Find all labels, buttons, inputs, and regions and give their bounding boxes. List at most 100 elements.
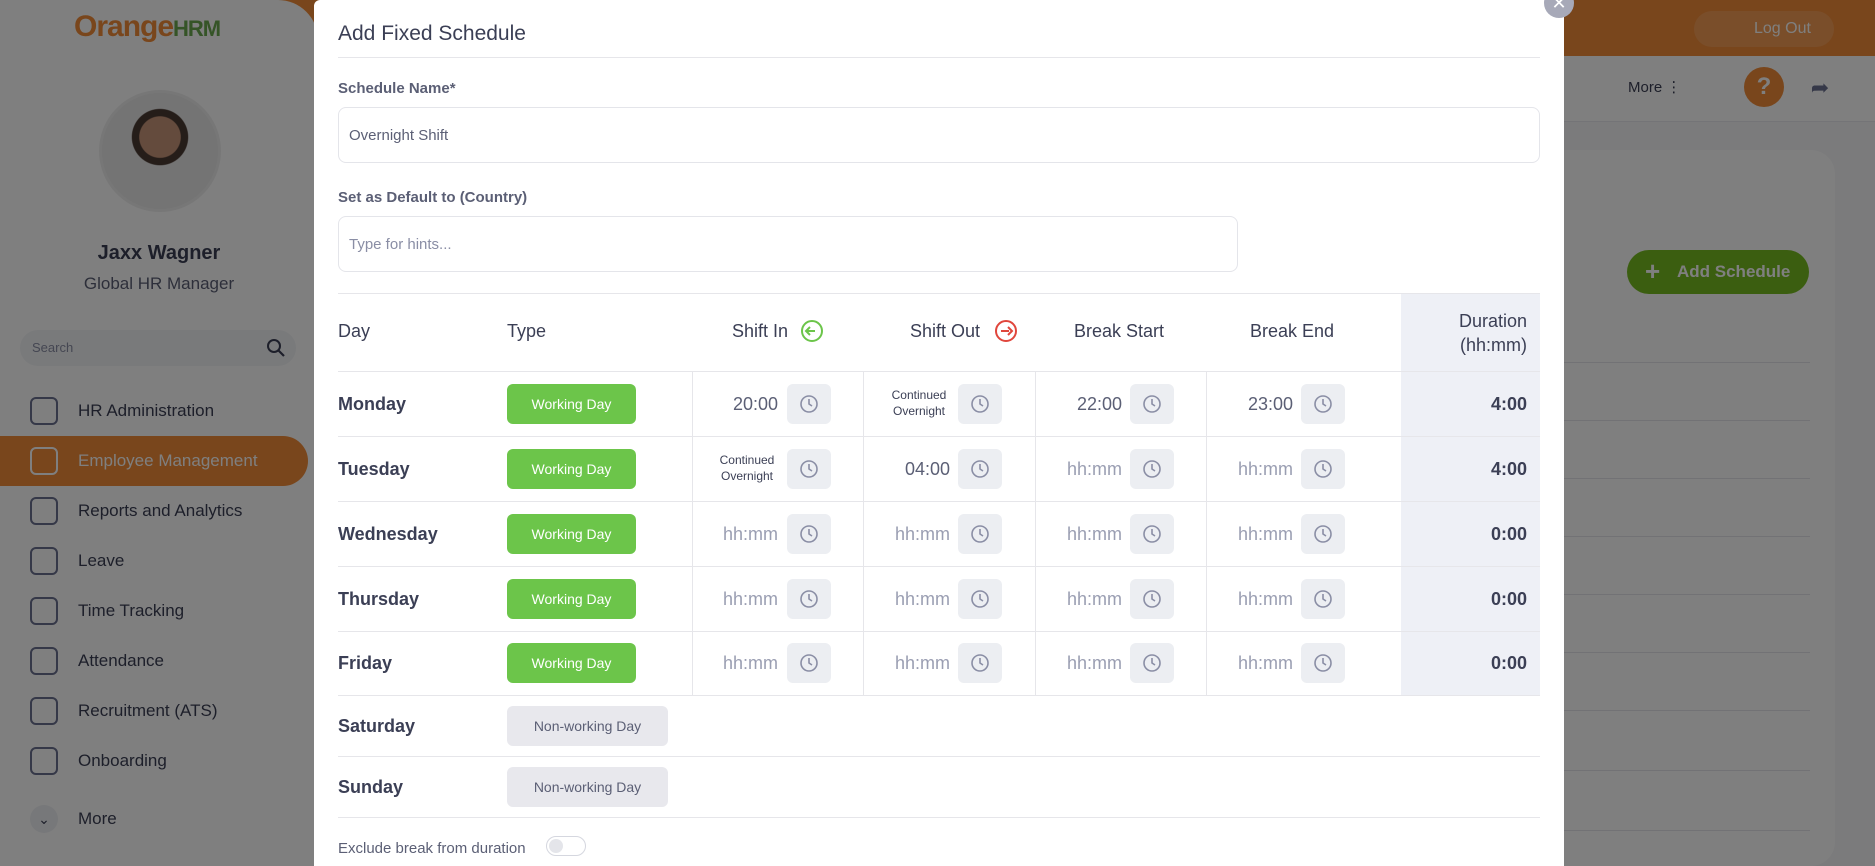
divider [338, 501, 1540, 502]
day-type-toggle[interactable]: Non-working Day [507, 706, 668, 746]
clock-icon[interactable] [1301, 514, 1345, 554]
divider [338, 695, 1540, 696]
clock-icon[interactable] [787, 514, 831, 554]
table-row-day: Friday [338, 653, 393, 673]
dialog-title: Add Fixed Schedule [338, 22, 526, 45]
time-value: hh:mm [1066, 589, 1122, 609]
schedule-name-value: Overnight Shift [349, 127, 449, 144]
time-value: hh:mm [1237, 459, 1293, 479]
time-value: 20:00 [732, 394, 778, 414]
clock-icon[interactable] [1130, 449, 1174, 489]
column-header-shift-in: Shift In [732, 320, 823, 342]
divider [338, 436, 1540, 437]
table-row-day: Saturday [338, 716, 416, 736]
time-value: hh:mm [1066, 524, 1122, 544]
table-row-day: Monday [338, 394, 407, 414]
duration-value: 0:00 [1490, 653, 1527, 673]
continued-text: Continued [891, 388, 947, 402]
shift-in-icon [801, 320, 823, 342]
shift-out-label: Shift Out [910, 321, 981, 341]
clock-icon[interactable] [958, 514, 1002, 554]
clock-icon[interactable] [1130, 579, 1174, 619]
duration-value: 0:00 [1490, 589, 1527, 609]
duration-label-line1: Duration [1458, 311, 1527, 331]
exclude-break-label: Exclude break from duration [338, 840, 526, 857]
schedule-name-input[interactable]: Overnight Shift [338, 107, 1540, 163]
clock-icon[interactable] [787, 449, 831, 489]
clock-icon[interactable] [958, 643, 1002, 683]
duration-value: 4:00 [1490, 459, 1527, 479]
clock-icon[interactable] [1301, 449, 1345, 489]
default-country-input[interactable]: Type for hints... [338, 216, 1238, 272]
table-row-day: Sunday [338, 777, 404, 797]
time-value: hh:mm [1237, 653, 1293, 673]
clock-icon[interactable] [1301, 643, 1345, 683]
time-value: 22:00 [1076, 394, 1122, 414]
continued-text: Continued [719, 453, 775, 467]
divider [338, 631, 1540, 632]
shift-out-icon [995, 320, 1017, 342]
default-country-placeholder: Type for hints... [349, 236, 452, 253]
time-value: hh:mm [1237, 524, 1293, 544]
clock-icon[interactable] [958, 449, 1002, 489]
clock-icon[interactable] [1130, 384, 1174, 424]
time-value: 04:00 [904, 459, 950, 479]
clock-icon[interactable] [1130, 643, 1174, 683]
divider [1035, 371, 1036, 695]
divider [1206, 371, 1207, 695]
time-value: 23:00 [1247, 394, 1293, 414]
default-country-label: Set as Default to (Country) [338, 189, 528, 206]
shift-in-label: Shift In [732, 321, 789, 341]
divider [338, 817, 1540, 818]
schedule-name-label: Schedule Name* [338, 80, 456, 97]
divider [863, 371, 864, 695]
day-type-toggle[interactable]: Working Day [507, 514, 636, 554]
clock-icon[interactable] [958, 579, 1002, 619]
divider [338, 57, 1540, 58]
divider [338, 371, 1540, 372]
clock-icon[interactable] [1130, 514, 1174, 554]
time-value: hh:mm [894, 653, 950, 673]
table-row-day: Thursday [338, 589, 420, 609]
time-value: hh:mm [1237, 589, 1293, 609]
day-type-toggle[interactable]: Working Day [507, 449, 636, 489]
day-type-toggle[interactable]: Working Day [507, 384, 636, 424]
overnight-text: Overnight [720, 469, 774, 483]
add-fixed-schedule-dialog: Add Fixed Schedule Schedule Name* Overni… [314, 0, 1564, 866]
exclude-break-toggle[interactable] [546, 836, 586, 856]
divider [692, 371, 693, 695]
divider [338, 566, 1540, 567]
time-value: hh:mm [722, 653, 778, 673]
time-value: hh:mm [1066, 653, 1122, 673]
clock-icon[interactable] [787, 579, 831, 619]
column-header-day: Day [338, 321, 371, 341]
overnight-text: Overnight [892, 404, 946, 418]
column-header-type: Type [507, 321, 547, 341]
day-type-toggle[interactable]: Working Day [507, 579, 636, 619]
duration-value: 0:00 [1490, 524, 1527, 544]
continued-overnight-text: Continued Overnight [712, 452, 782, 492]
divider [338, 293, 1540, 294]
duration-value: 4:00 [1490, 394, 1527, 414]
clock-icon[interactable] [1301, 579, 1345, 619]
clock-icon[interactable] [787, 384, 831, 424]
time-value: hh:mm [894, 524, 950, 544]
clock-icon[interactable] [958, 384, 1002, 424]
continued-overnight-text: Continued Overnight [884, 387, 954, 427]
column-header-duration: Duration (hh:mm) [1401, 309, 1527, 357]
column-header-break-end: Break End [1250, 321, 1335, 341]
divider [338, 756, 1540, 757]
time-value: hh:mm [894, 589, 950, 609]
time-value: hh:mm [1066, 459, 1122, 479]
time-value: hh:mm [722, 589, 778, 609]
day-type-toggle[interactable]: Non-working Day [507, 767, 668, 807]
column-header-shift-out: Shift Out [910, 320, 1017, 342]
column-header-break-start: Break Start [1074, 321, 1165, 341]
time-value: hh:mm [722, 524, 778, 544]
clock-icon[interactable] [787, 643, 831, 683]
table-row-day: Wednesday [338, 524, 438, 544]
clock-icon[interactable] [1301, 384, 1345, 424]
day-type-toggle[interactable]: Working Day [507, 643, 636, 683]
table-row-day: Tuesday [338, 459, 410, 479]
duration-label-line2: (hh:mm) [1460, 335, 1527, 355]
